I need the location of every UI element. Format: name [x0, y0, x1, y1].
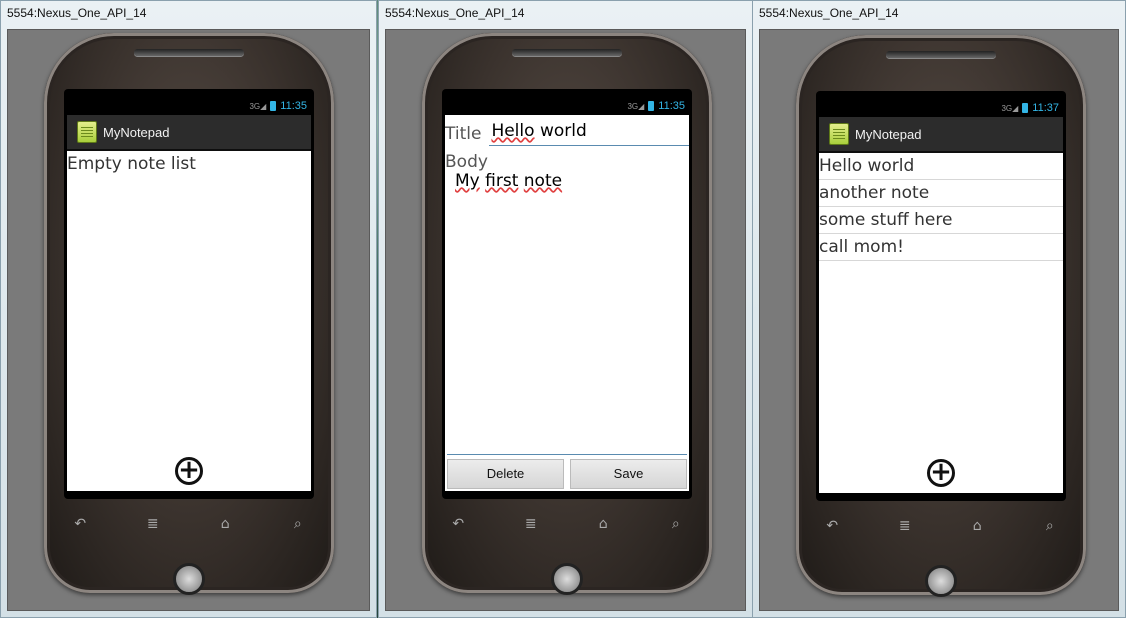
note-item[interactable]: another note [819, 180, 1063, 207]
battery-icon [1022, 103, 1029, 113]
phone-frame: 3G◢ 11:37 MyNotepad Hello world another … [796, 35, 1086, 597]
window-title: 5554:Nexus_One_API_14 [385, 6, 525, 20]
screen: 3G◢ 11:35 MyNotepad Empty note list + [67, 97, 311, 491]
title-input[interactable]: Hello world [489, 121, 689, 146]
notepad-app-icon[interactable] [829, 123, 849, 145]
emulator-body: 3G◢ 11:35 Title Hello world Body My firs… [385, 29, 746, 611]
delete-button[interactable]: Delete [447, 459, 564, 489]
note-list: Hello world another note some stuff here… [819, 153, 1063, 261]
nav-bar: ↶ ≣ ⌂ ⌕ [796, 518, 1086, 548]
action-bar: MyNotepad [67, 115, 311, 151]
screen-bezel: 3G◢ 11:37 MyNotepad Hello world another … [816, 91, 1066, 501]
screen-bezel: 3G◢ 11:35 MyNotepad Empty note list + [64, 89, 314, 499]
trackball-button[interactable] [925, 565, 957, 597]
status-time: 11:37 [1032, 102, 1059, 114]
trackball-button[interactable] [551, 563, 583, 595]
app-title: MyNotepad [855, 126, 922, 142]
body-word: first [485, 171, 519, 191]
back-icon[interactable]: ↶ [812, 518, 852, 548]
title-row: Title Hello world [445, 115, 689, 146]
emulator-window-3: 5554:Nexus_One_API_14 3G◢ 11:37 MyNotepa… [752, 0, 1126, 618]
emulator-body: 3G◢ 11:35 MyNotepad Empty note list + ↶ … [7, 29, 370, 611]
empty-list-text: Empty note list [67, 154, 196, 174]
signal-3g-icon: 3G◢ [627, 101, 645, 111]
home-icon[interactable]: ⌂ [583, 516, 623, 546]
phone-frame: 3G◢ 11:35 MyNotepad Empty note list + ↶ … [44, 33, 334, 595]
add-note-button[interactable]: + [175, 457, 203, 485]
speaker-grille [134, 49, 244, 56]
search-icon[interactable]: ⌕ [278, 516, 318, 546]
screen-bezel: 3G◢ 11:35 Title Hello world Body My firs… [442, 89, 692, 499]
menu-icon[interactable]: ≣ [511, 516, 551, 546]
notepad-app-icon[interactable] [77, 121, 97, 143]
speaker-grille [886, 51, 996, 58]
body-input[interactable]: My first note [447, 167, 687, 455]
button-row: Delete Save [447, 459, 687, 489]
note-item[interactable]: call mom! [819, 234, 1063, 261]
status-bar: 3G◢ 11:37 [819, 99, 1063, 117]
search-icon[interactable]: ⌕ [656, 516, 696, 546]
speaker-grille [512, 49, 622, 56]
menu-icon[interactable]: ≣ [885, 518, 925, 548]
note-item[interactable]: some stuff here [819, 207, 1063, 234]
window-title: 5554:Nexus_One_API_14 [7, 6, 147, 20]
signal-3g-icon: 3G◢ [1001, 103, 1019, 113]
nav-bar: ↶ ≣ ⌂ ⌕ [44, 516, 334, 546]
back-icon[interactable]: ↶ [438, 516, 478, 546]
window-title: 5554:Nexus_One_API_14 [759, 6, 899, 20]
status-bar: 3G◢ 11:35 [445, 97, 689, 115]
battery-icon [270, 101, 277, 111]
search-icon[interactable]: ⌕ [1030, 518, 1070, 548]
note-item[interactable]: Hello world [819, 153, 1063, 180]
nav-bar: ↶ ≣ ⌂ ⌕ [422, 516, 712, 546]
back-icon[interactable]: ↶ [60, 516, 100, 546]
body-word: note [523, 171, 563, 191]
menu-icon[interactable]: ≣ [133, 516, 173, 546]
screen: 3G◢ 11:35 Title Hello world Body My firs… [445, 97, 689, 491]
body-word: My [455, 171, 480, 191]
emulator-body: 3G◢ 11:37 MyNotepad Hello world another … [759, 29, 1119, 611]
status-time: 11:35 [280, 100, 307, 112]
action-bar: MyNotepad [819, 117, 1063, 153]
title-word: Hello [491, 121, 535, 141]
signal-3g-icon: 3G◢ [249, 101, 267, 111]
app-title: MyNotepad [103, 124, 170, 140]
home-icon[interactable]: ⌂ [957, 518, 997, 548]
battery-icon [648, 101, 655, 111]
status-bar: 3G◢ 11:35 [67, 97, 311, 115]
home-icon[interactable]: ⌂ [205, 516, 245, 546]
emulator-window-1: 5554:Nexus_One_API_14 3G◢ 11:35 MyNotepa… [0, 0, 377, 618]
emulator-window-2: 5554:Nexus_One_API_14 3G◢ 11:35 Title He… [378, 0, 753, 618]
trackball-button[interactable] [173, 563, 205, 595]
phone-frame: 3G◢ 11:35 Title Hello world Body My firs… [422, 33, 712, 595]
add-note-button[interactable]: + [927, 459, 955, 487]
save-button[interactable]: Save [570, 459, 687, 489]
title-word: world [539, 121, 587, 141]
title-label: Title [445, 123, 482, 144]
screen: 3G◢ 11:37 MyNotepad Hello world another … [819, 99, 1063, 493]
status-time: 11:35 [658, 100, 685, 112]
